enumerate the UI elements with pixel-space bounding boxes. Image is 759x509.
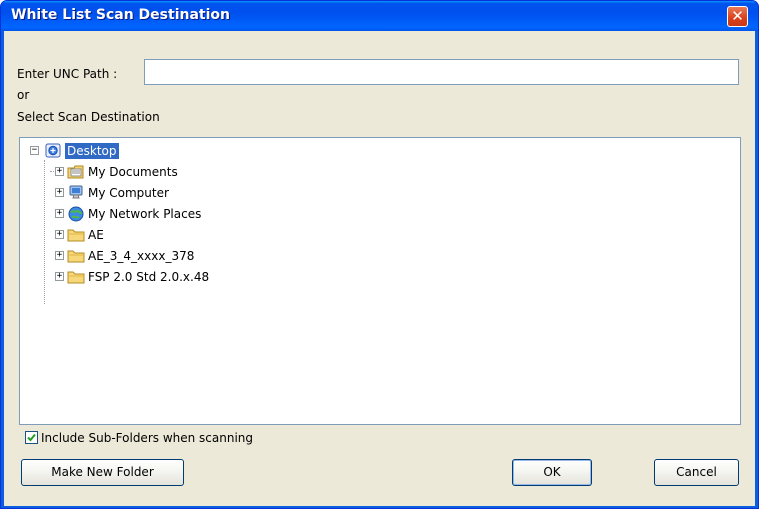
- tree-node-my-network-places[interactable]: + My Network Places: [20, 204, 720, 224]
- my-documents-icon: [67, 165, 84, 179]
- folder-tree[interactable]: − Desktop + My Documents + My Computer +…: [19, 137, 741, 425]
- select-destination-label: Select Scan Destination: [17, 110, 160, 124]
- my-computer-icon: [69, 185, 83, 199]
- dialog-title: White List Scan Destination: [11, 7, 230, 23]
- or-label: or: [17, 88, 30, 102]
- folder-icon: [67, 229, 85, 242]
- expand-icon[interactable]: +: [55, 209, 64, 218]
- tree-node-ae-3-4[interactable]: + AE_3_4_xxxx_378: [20, 246, 720, 266]
- include-subfolders-checkbox[interactable]: [25, 431, 38, 444]
- tree-node-label: AE: [88, 228, 104, 242]
- dialog-window: White List Scan Destination ✕ Enter UNC …: [0, 0, 759, 509]
- title-bar[interactable]: White List Scan Destination ✕: [1, 1, 758, 31]
- tree-node-my-computer[interactable]: + My Computer: [20, 183, 720, 203]
- checkmark-icon: [27, 433, 36, 442]
- dialog-body: Enter UNC Path : or Select Scan Destinat…: [4, 31, 755, 506]
- expand-icon[interactable]: +: [55, 188, 64, 197]
- network-places-icon: [68, 206, 84, 222]
- folder-icon: [67, 271, 85, 284]
- tree-node-label: My Computer: [88, 186, 169, 200]
- tree-node-label: My Documents: [88, 165, 178, 179]
- collapse-icon[interactable]: −: [30, 146, 39, 155]
- expand-icon[interactable]: +: [55, 251, 64, 260]
- tree-node-desktop[interactable]: − Desktop: [20, 141, 720, 161]
- tree-node-label: FSP 2.0 Std 2.0.x.48: [88, 270, 210, 284]
- tree-node-my-documents[interactable]: + My Documents: [20, 162, 720, 182]
- unc-path-input[interactable]: [144, 59, 739, 85]
- close-icon: ✕: [731, 7, 744, 25]
- include-subfolders-label[interactable]: Include Sub-Folders when scanning: [41, 431, 253, 445]
- expand-icon[interactable]: +: [55, 167, 64, 176]
- ok-button[interactable]: OK: [512, 459, 592, 486]
- cancel-button[interactable]: Cancel: [654, 459, 739, 486]
- expand-icon[interactable]: +: [55, 230, 64, 239]
- desktop-icon: [45, 143, 61, 158]
- tree-node-label: Desktop: [65, 143, 119, 159]
- tree-node-label: My Network Places: [88, 207, 202, 221]
- folder-icon: [67, 250, 85, 263]
- make-new-folder-button[interactable]: Make New Folder: [21, 459, 184, 486]
- tree-node-fsp[interactable]: + FSP 2.0 Std 2.0.x.48: [20, 267, 720, 287]
- close-button[interactable]: ✕: [727, 6, 748, 27]
- expand-icon[interactable]: +: [55, 272, 64, 281]
- tree-node-label: AE_3_4_xxxx_378: [88, 249, 195, 263]
- tree-node-ae[interactable]: + AE: [20, 225, 720, 245]
- unc-path-label: Enter UNC Path :: [17, 67, 118, 81]
